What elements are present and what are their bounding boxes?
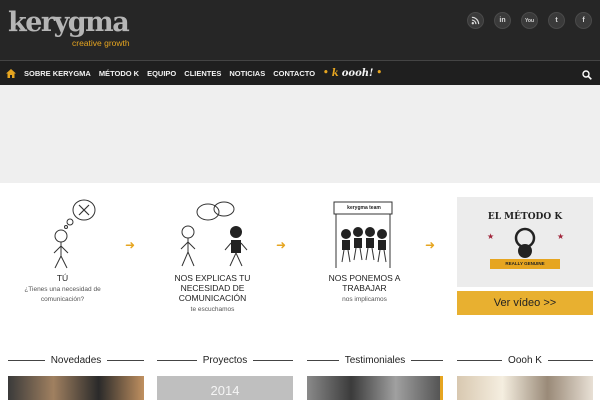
step-necesidad: NOS EXPLICAS TU NECESIDAD DE COMUNICACIÓ… (160, 273, 265, 315)
step-title: TÚ (56, 273, 69, 283)
arrow-right-icon: ➜ (276, 238, 287, 252)
section-title[interactable]: Testimoniales (339, 355, 412, 366)
hero-banner (0, 85, 600, 183)
twitter-icon[interactable]: t (548, 12, 565, 29)
metodo-k-card[interactable]: EL MÉTODO K ★ ★ REALLY GENUINE (457, 197, 593, 287)
nav-item-equipo[interactable]: EQUIPO (147, 69, 176, 78)
conversation-illustration (180, 201, 248, 267)
arrow-right-icon: ➜ (125, 238, 136, 252)
linkedin-icon[interactable]: in (494, 12, 511, 29)
section-oooh-k: Oooh K (457, 353, 594, 367)
rss-icon[interactable] (467, 12, 484, 29)
facebook-icon[interactable]: f (575, 12, 592, 29)
search-icon[interactable] (582, 67, 594, 80)
oooh-k-thumbnail[interactable] (457, 376, 593, 400)
section-title[interactable]: Proyectos (197, 355, 253, 366)
step-tu: TÚ ¿Tienes una necesidad de comunicación… (10, 273, 115, 305)
testimoniales-thumbnail[interactable] (307, 376, 443, 400)
step-title: NOS EXPLICAS TU NECESIDAD DE COMUNICACIÓ… (174, 273, 251, 303)
section-title[interactable]: Novedades (45, 355, 108, 366)
nav-item-noticias[interactable]: NOTICIAS (229, 69, 265, 78)
metodo-k-ribbon: REALLY GENUINE (490, 259, 560, 269)
novedades-thumbnail[interactable] (8, 376, 144, 400)
nav-menu: SOBRE KERYGMA MÉTODO K EQUIPO CLIENTES N… (24, 61, 382, 85)
section-proyectos: Proyectos (157, 353, 293, 367)
logo-wordmark: kerygma (8, 7, 130, 38)
logo-tagline: creative growth (72, 38, 130, 48)
arrow-right-icon: ➜ (425, 238, 436, 252)
team-sign: kerygma team (347, 205, 381, 211)
step-subtitle: te escuchamos (190, 306, 235, 313)
section-testimoniales: Testimoniales (307, 353, 443, 367)
section-title[interactable]: Oooh K (502, 355, 548, 366)
proyectos-thumbnail[interactable]: 2014 (157, 376, 293, 400)
step-subtitle: nos implicamos (342, 296, 387, 303)
proyectos-year: 2014 (210, 383, 240, 398)
youtube-icon[interactable]: You (521, 12, 538, 29)
home-icon[interactable] (4, 61, 18, 85)
nav-item-sobre-kerygma[interactable]: SOBRE KERYGMA (24, 69, 91, 78)
social-links: in You t f (467, 12, 592, 29)
step-subtitle: ¿Tienes una necesidad de comunicación? (24, 286, 101, 303)
star-icon: ★ (557, 232, 565, 241)
main-nav: SOBRE KERYGMA MÉTODO K EQUIPO CLIENTES N… (0, 60, 600, 85)
metodo-k-title: EL MÉTODO K (487, 212, 563, 222)
step-trabajar: NOS PONEMOS A TRABAJAR nos implicamos (312, 273, 417, 305)
section-novedades: Novedades (8, 353, 144, 367)
step-title: NOS PONEMOS A TRABAJAR (328, 273, 401, 293)
ver-video-button[interactable]: Ver vídeo >> (457, 291, 593, 315)
nav-item-contacto[interactable]: CONTACTO (273, 69, 315, 78)
person-thinking-illustration (53, 199, 96, 269)
nav-item-metodo-k[interactable]: MÉTODO K (99, 69, 139, 78)
site-header: kerygma creative growth in You t f (0, 0, 600, 60)
k-mascot-illustration (514, 227, 536, 258)
logo[interactable]: kerygma creative growth (8, 7, 130, 48)
nav-item-clientes[interactable]: CLIENTES (184, 69, 221, 78)
nav-item-oooh-k[interactable]: • k oooh! • (323, 68, 382, 79)
star-icon: ★ (487, 232, 495, 241)
